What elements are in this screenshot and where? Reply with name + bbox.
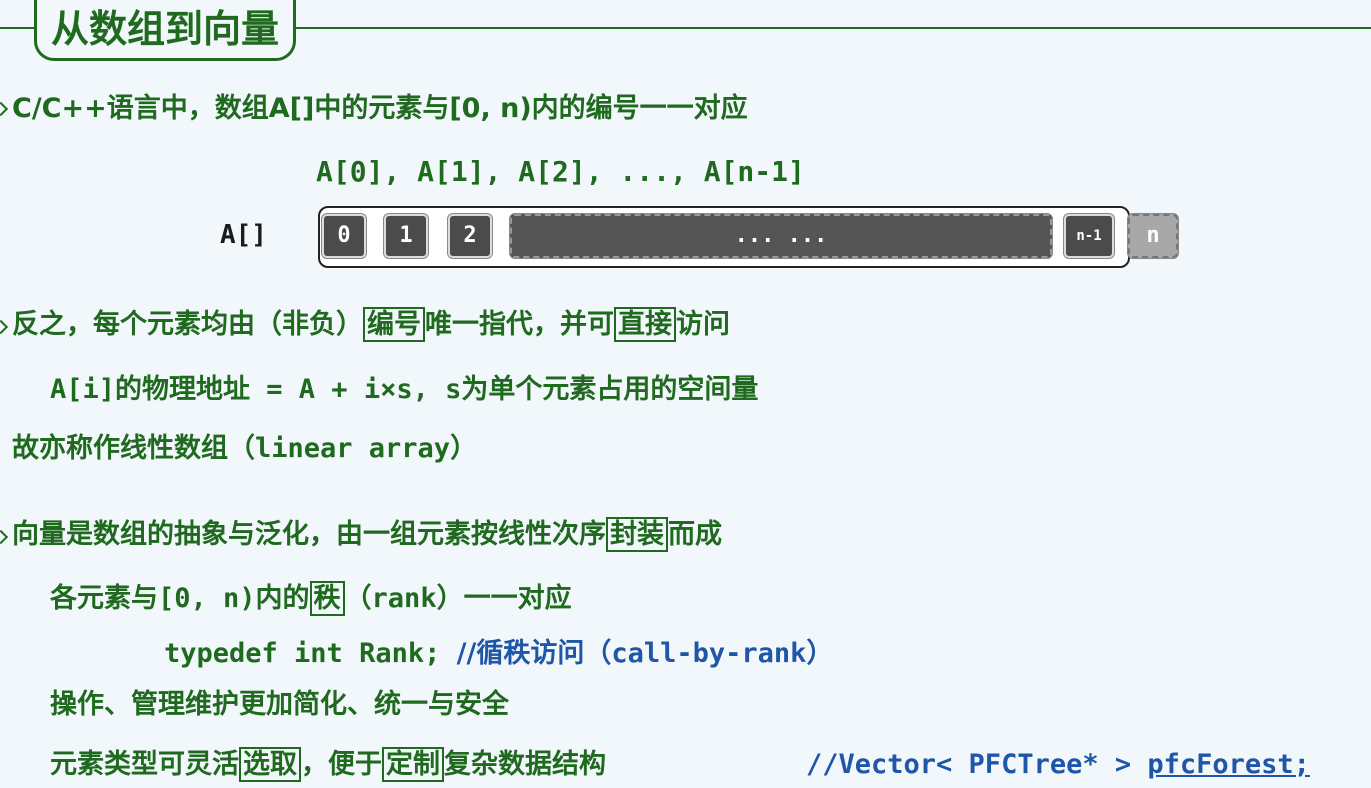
text-span: 唯一指代，并可: [425, 309, 614, 340]
array-label: A[]: [220, 220, 267, 250]
highlight-select: 选取: [239, 747, 301, 782]
text-span: 向量是数组的抽象与泛化，由一组元素按线性次序: [12, 519, 606, 550]
code-typedef: typedef int Rank; //循秩访问（call-by-rank）: [164, 637, 833, 671]
statement-index-access: 反之，每个元素均由（非负） 编号 唯一指代，并可 直接 访问: [12, 307, 730, 342]
text-span: ，便于: [301, 749, 382, 780]
highlight-rank: 秩: [309, 581, 345, 616]
bullet-icon: [0, 101, 9, 117]
statement-linear-array: 故亦称作线性数组（linear array）: [12, 432, 477, 466]
text-span: 的物理地址: [115, 374, 251, 405]
text-span: ）: [450, 433, 478, 464]
code-span: typedef int Rank;: [164, 638, 457, 669]
statement-array-index: C/C++语言中，数组A[]中的元素与[0, n)内的编号一一对应: [12, 93, 748, 124]
code-span: = A + i×s, s: [250, 374, 462, 405]
text-span: 内的: [255, 583, 310, 614]
highlight-encapsulate: 封装: [606, 517, 668, 552]
comment-code-span: call-by-rank: [611, 638, 807, 669]
code-link-pfcforest[interactable]: pfcForest;: [1147, 749, 1310, 780]
statement-rank: 各元素与[0, n)内的秩（rank）一一对应: [50, 581, 572, 616]
array-cell-ellipsis: ... ...: [510, 214, 1052, 258]
array-cell-n-1: n-1: [1064, 214, 1114, 258]
text-span: 反之，每个元素均由（非负）: [12, 309, 363, 340]
text-span: 访问: [676, 309, 730, 340]
array-cell-0: 0: [322, 214, 366, 258]
statement-physical-address: A[i]的物理地址 = A + i×s, s为单个元素占用的空间量: [50, 373, 758, 407]
highlight-customize: 定制: [382, 747, 444, 782]
code-span: rank: [371, 583, 437, 614]
highlight-direct: 直接: [614, 307, 676, 342]
text-span: （: [344, 583, 372, 614]
comment-span: //循秩访问（: [456, 638, 612, 669]
text-span: 为单个元素占用的空间量: [461, 374, 759, 405]
code-comment-vector: //Vector< PFCTree* > pfcForest;: [806, 748, 1310, 782]
code-span: linear array: [255, 433, 451, 464]
highlight-index: 编号: [363, 307, 425, 342]
text-span: ）一一对应: [436, 583, 572, 614]
text-span: 故亦称作线性数组（: [12, 433, 255, 464]
bullet-icon: [0, 529, 9, 545]
page-title: 从数组到向量: [34, 0, 297, 61]
comment-span: ）: [806, 638, 834, 669]
code-span: A[i]: [50, 374, 116, 405]
text-span: 元素类型可灵活: [50, 749, 239, 780]
bullet-icon: [0, 319, 9, 335]
statement-element-type: 元素类型可灵活 选取 ，便于 定制 复杂数据结构: [50, 747, 606, 782]
array-cell-1: 1: [384, 214, 428, 258]
text-span: 复杂数据结构: [444, 749, 606, 780]
comment-code-span: //Vector< PFCTree* >: [806, 749, 1148, 780]
array-cell-n: n: [1128, 214, 1178, 258]
array-sequence: A[0], A[1], A[2], ..., A[n-1]: [316, 155, 805, 188]
array-cell-2: 2: [448, 214, 492, 258]
text-span: 各元素与: [50, 583, 158, 614]
statement-vector: 向量是数组的抽象与泛化，由一组元素按线性次序 封装 而成: [12, 517, 722, 552]
code-span: [0, n): [158, 583, 256, 614]
statement-simplified: 操作、管理维护更加简化、统一与安全: [50, 689, 509, 720]
text-span: 而成: [668, 519, 722, 550]
